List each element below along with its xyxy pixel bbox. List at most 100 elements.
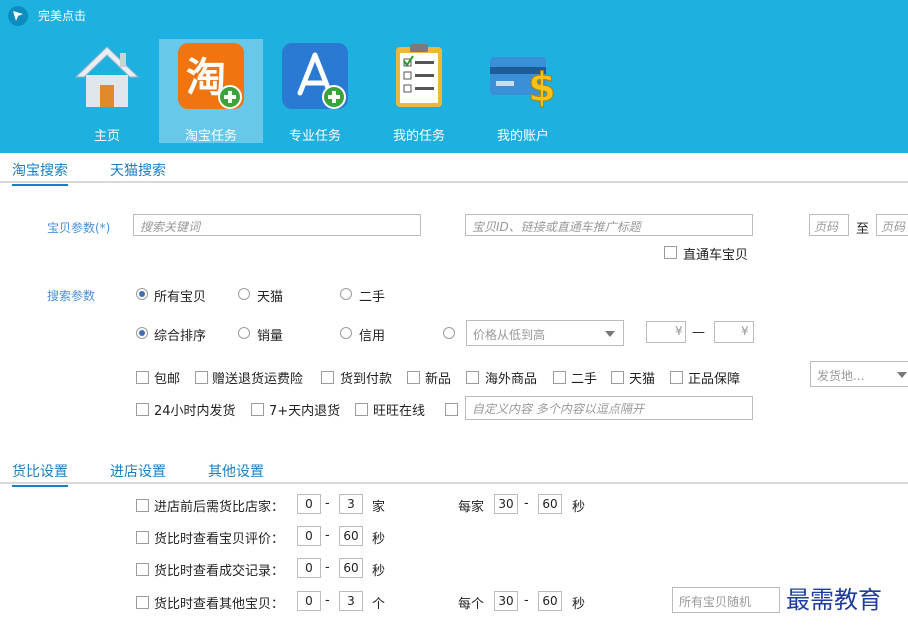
per-shop-unit: 秒 <box>572 500 586 515</box>
keyword-input[interactable]: 搜索关键词 <box>133 214 421 236</box>
tab-tmall-search[interactable]: 天猫搜索 <box>110 160 166 180</box>
item-id-input[interactable]: 宝贝ID、链接或直通车推广标题 <box>465 214 753 236</box>
compare-shops-min[interactable]: 0 <box>297 494 321 514</box>
per-shop-max[interactable]: 60 <box>538 494 562 514</box>
credit-card-dollar-icon: $ <box>488 41 558 112</box>
range-dash: - <box>325 560 330 575</box>
type-secondhand-radio[interactable] <box>340 288 352 300</box>
price-sort-value: 价格从低到高 <box>473 328 546 342</box>
nav-my-account[interactable]: $ 我的账户 <box>471 39 575 144</box>
filter-tmall-checkbox[interactable] <box>611 371 624 384</box>
nav-pro-task-label: 专业任务 <box>288 129 341 144</box>
filter-return-insurance-checkbox[interactable] <box>195 371 208 384</box>
ship-from-select[interactable]: 发货地... <box>810 361 908 387</box>
custom-filter-input[interactable]: 自定义内容 多个内容以逗点隔开 <box>465 396 753 420</box>
filter-secondhand-label: 二手 <box>571 372 598 387</box>
tab-enter-shop-settings[interactable]: 进店设置 <box>110 461 166 481</box>
price-min-input[interactable]: ¥ <box>646 321 686 343</box>
page-to-input[interactable]: 页码 <box>876 214 908 236</box>
tab-compare-settings[interactable]: 货比设置 <box>12 461 68 487</box>
search-params-label: 搜索参数 <box>47 289 96 303</box>
taobao-task-icon: 淘 <box>176 41 246 111</box>
filter-return-insurance-label: 赠送退货运费险 <box>212 372 304 387</box>
range-dash: - <box>325 528 330 543</box>
filter-genuine-checkbox[interactable] <box>670 371 683 384</box>
filter-overseas-label: 海外商品 <box>485 372 538 387</box>
view-other-items-min[interactable]: 0 <box>297 591 321 611</box>
view-reviews-label: 货比时查看宝贝评价： <box>154 532 285 547</box>
filter-new-checkbox[interactable] <box>407 371 420 384</box>
view-reviews-max[interactable]: 60 <box>339 526 363 546</box>
filter-cod-label: 货到付款 <box>340 372 393 387</box>
tab-other-settings[interactable]: 其他设置 <box>208 461 264 481</box>
filter-free-shipping-label: 包邮 <box>154 372 181 387</box>
view-reviews-min[interactable]: 0 <box>297 526 321 546</box>
view-transactions-label: 货比时查看成交记录： <box>154 564 285 579</box>
per-item-min[interactable]: 30 <box>494 591 518 611</box>
type-all-label: 所有宝贝 <box>154 290 207 305</box>
filter-cod-checkbox[interactable] <box>321 371 334 384</box>
tab-taobao-search[interactable]: 淘宝搜索 <box>12 160 68 186</box>
view-other-items-checkbox[interactable] <box>136 596 149 609</box>
type-tmall-label: 天猫 <box>257 290 284 305</box>
filter-tmall-label: 天猫 <box>629 372 656 387</box>
nav-my-account-label: 我的账户 <box>496 129 549 144</box>
per-shop-min[interactable]: 30 <box>494 494 518 514</box>
sort-sales-label: 销量 <box>257 329 284 344</box>
nav-taobao-task-label: 淘宝任务 <box>184 129 237 144</box>
price-max-input[interactable]: ¥ <box>714 321 754 343</box>
view-reviews-unit: 秒 <box>372 532 386 547</box>
sort-sales-radio[interactable] <box>238 327 250 339</box>
nav-my-tasks[interactable]: 我的任务 <box>367 39 471 144</box>
view-transactions-checkbox[interactable] <box>136 563 149 576</box>
per-item-label: 每个 <box>458 597 485 612</box>
sort-default-radio[interactable] <box>136 327 148 339</box>
to-label: 至 <box>856 222 870 237</box>
custom-filter-placeholder: 自定义内容 多个内容以逗点隔开 <box>472 402 644 416</box>
filter-overseas-checkbox[interactable] <box>466 371 479 384</box>
random-item-select[interactable]: 所有宝贝随机 <box>672 587 780 613</box>
type-all-radio[interactable] <box>136 288 148 300</box>
nav-home[interactable]: 主页 <box>55 39 159 144</box>
filter-24h-checkbox[interactable] <box>136 403 149 416</box>
price-max-currency: ¥ <box>741 324 749 338</box>
per-item-unit: 秒 <box>572 597 586 612</box>
ztc-checkbox[interactable] <box>664 246 677 259</box>
app-store-add-icon <box>280 41 350 111</box>
settings-tabs: 货比设置 进店设置 其他设置 <box>0 455 908 487</box>
svg-text:$: $ <box>528 65 556 111</box>
filter-free-shipping-checkbox[interactable] <box>136 371 149 384</box>
page-from-input[interactable]: 页码 <box>809 214 849 236</box>
compare-shops-checkbox[interactable] <box>136 499 149 512</box>
nav-pro-task[interactable]: 专业任务 <box>263 39 367 144</box>
type-tmall-radio[interactable] <box>238 288 250 300</box>
filter-genuine-label: 正品保障 <box>688 372 741 387</box>
type-secondhand-label: 二手 <box>359 290 386 305</box>
view-other-items-unit: 个 <box>372 597 386 612</box>
range-dash: - <box>524 593 529 608</box>
filter-wangwang-checkbox[interactable] <box>355 403 368 416</box>
sort-credit-radio[interactable] <box>340 327 352 339</box>
sort-price-radio[interactable] <box>443 327 455 339</box>
view-other-items-max[interactable]: 3 <box>339 591 363 611</box>
filter-custom-checkbox[interactable] <box>445 403 458 416</box>
per-item-max[interactable]: 60 <box>538 591 562 611</box>
view-reviews-checkbox[interactable] <box>136 531 149 544</box>
random-item-value: 所有宝贝随机 <box>679 595 752 609</box>
compare-shops-label: 进店前后需货比店家： <box>154 500 285 515</box>
filter-7day-return-checkbox[interactable] <box>251 403 264 416</box>
nav-taobao-task[interactable]: 淘 淘宝任务 <box>159 39 263 144</box>
keyword-placeholder: 搜索关键词 <box>140 220 201 234</box>
sort-credit-label: 信用 <box>359 329 386 344</box>
compare-shops-max[interactable]: 3 <box>339 494 363 514</box>
nav-my-tasks-label: 我的任务 <box>392 129 445 144</box>
price-sort-select[interactable]: 价格从低到高 <box>466 320 624 346</box>
filter-wangwang-label: 旺旺在线 <box>373 404 426 419</box>
range-dash: - <box>524 496 529 511</box>
filter-secondhand-checkbox[interactable] <box>553 371 566 384</box>
view-transactions-min[interactable]: 0 <box>297 558 321 578</box>
view-transactions-max[interactable]: 60 <box>339 558 363 578</box>
search-tabs: 淘宝搜索 天猫搜索 <box>0 153 908 186</box>
page-from-placeholder: 页码 <box>814 220 839 234</box>
sort-default-label: 综合排序 <box>154 329 207 344</box>
